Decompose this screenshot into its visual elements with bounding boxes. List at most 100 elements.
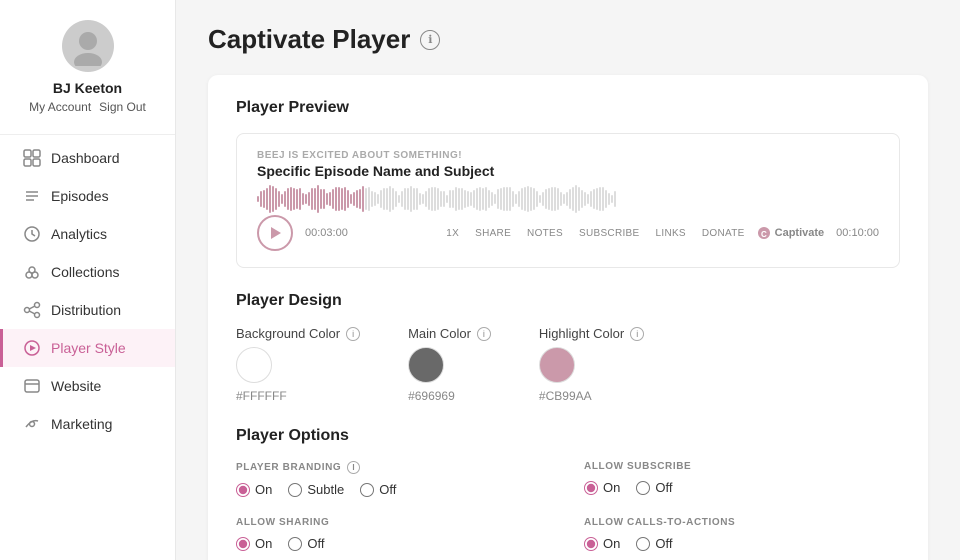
color-label-0: Background Color i: [236, 326, 360, 341]
waveform-bar: [368, 187, 370, 211]
user-name: BJ Keeton: [53, 80, 122, 96]
player-btn-notes[interactable]: NOTES: [527, 228, 563, 239]
waveform-bar: [359, 189, 361, 209]
player-btn-share[interactable]: SHARE: [475, 228, 511, 239]
player-btn-links[interactable]: LINKS: [656, 228, 686, 239]
radio-option-off-2[interactable]: Off: [288, 536, 324, 551]
waveform-bar: [440, 191, 442, 208]
player-btn-subscribe[interactable]: SUBSCRIBE: [579, 228, 640, 239]
radio-option-on-1[interactable]: On: [584, 480, 620, 495]
player-btn-donate[interactable]: DONATE: [702, 228, 745, 239]
waveform-bar: [461, 188, 463, 210]
analytics-icon: [23, 225, 41, 243]
waveform-bar: [587, 194, 589, 204]
color-info-icon-0[interactable]: i: [346, 327, 360, 341]
info-icon[interactable]: ℹ: [420, 30, 440, 50]
waveform-bar: [578, 187, 580, 210]
waveform-bar: [488, 190, 490, 209]
color-info-icon-2[interactable]: i: [630, 327, 644, 341]
waveform-bar: [452, 190, 454, 209]
waveform-bar: [323, 189, 325, 209]
waveform-bar: [269, 185, 271, 212]
waveform-bar: [308, 192, 310, 207]
waveform-bar: [581, 190, 583, 208]
website-icon: [23, 377, 41, 395]
waveform-bar: [287, 188, 289, 210]
waveform-bar: [350, 194, 352, 204]
waveform-bar: [386, 188, 388, 211]
nav-label-dashboard: Dashboard: [51, 150, 120, 166]
radio-group-2: On Off: [236, 536, 552, 551]
color-swatch-2[interactable]: [539, 347, 575, 383]
waveform-bar: [413, 188, 415, 209]
sidebar-item-website[interactable]: Website: [0, 367, 175, 405]
my-account-link[interactable]: My Account: [29, 100, 91, 114]
waveform-bar: [428, 188, 430, 210]
option-group-1: ALLOW SUBSCRIBEOnOff: [584, 461, 900, 497]
radio-option-off-0[interactable]: Off: [360, 482, 396, 497]
waveform-bar: [416, 188, 418, 210]
waveform-bar: [509, 187, 511, 211]
radio-group-1: On Off: [584, 480, 900, 495]
color-swatch-0[interactable]: [236, 347, 272, 383]
waveform-bar: [611, 195, 613, 204]
sidebar-item-episodes[interactable]: Episodes: [0, 177, 175, 215]
sidebar-item-distribution[interactable]: Distribution: [0, 291, 175, 329]
option-info-icon-0[interactable]: i: [347, 461, 360, 474]
radio-option-off-1[interactable]: Off: [636, 480, 672, 495]
color-label-1: Main Color i: [408, 326, 491, 341]
player-controls: 00:03:00 1XSHARENOTESSUBSCRIBELINKSDONAT…: [257, 215, 879, 251]
sidebar-item-marketing[interactable]: Marketing: [0, 405, 175, 443]
waveform-bar: [329, 192, 331, 205]
user-links: My Account Sign Out: [29, 100, 146, 114]
waveform-bar: [290, 187, 292, 210]
sidebar-item-collections[interactable]: Collections: [0, 253, 175, 291]
color-info-icon-1[interactable]: i: [477, 327, 491, 341]
waveform-bar: [314, 188, 316, 210]
player-btn-1x[interactable]: 1X: [446, 228, 459, 239]
waveform-bar: [395, 191, 397, 207]
waveform-bar: [317, 185, 319, 212]
option-label-3: ALLOW CALLS-TO-ACTIONS: [584, 517, 900, 528]
waveform-bar: [365, 188, 367, 210]
waveform-bar: [590, 191, 592, 207]
waveform-bar: [425, 191, 427, 207]
waveform-bar: [464, 190, 466, 207]
radio-option-subtle-0[interactable]: Subtle: [288, 482, 344, 497]
player-style-icon: [23, 339, 41, 357]
waveform-bar: [443, 191, 445, 207]
waveform-bar: [437, 188, 439, 210]
avatar: [62, 20, 114, 72]
waveform-bar: [575, 185, 577, 212]
radio-option-on-2[interactable]: On: [236, 536, 272, 551]
sign-out-link[interactable]: Sign Out: [99, 100, 146, 114]
waveform-bar: [530, 187, 532, 210]
collections-icon: [23, 263, 41, 281]
option-label-2: ALLOW SHARING: [236, 517, 552, 528]
waveform-bar: [482, 188, 484, 210]
waveform-bar: [572, 187, 574, 212]
waveform-bar: [593, 189, 595, 210]
waveform-bar: [479, 187, 481, 211]
waveform-bar: [500, 188, 502, 209]
radio-group-3: On Off: [584, 536, 900, 551]
play-button[interactable]: [257, 215, 293, 251]
sidebar-item-analytics[interactable]: Analytics: [0, 215, 175, 253]
radio-option-on-0[interactable]: On: [236, 482, 272, 497]
waveform-bar: [485, 187, 487, 211]
color-label-2: Highlight Color i: [539, 326, 644, 341]
nav-label-marketing: Marketing: [51, 416, 112, 432]
nav-label-player-style: Player Style: [51, 340, 126, 356]
waveform-bar: [266, 188, 268, 209]
color-swatch-1[interactable]: [408, 347, 444, 383]
nav-label-website: Website: [51, 378, 101, 394]
options-grid: PLAYER BRANDINGiOnSubtleOffALLOW SUBSCRI…: [236, 461, 900, 560]
waveform-bar: [383, 188, 385, 210]
waveform-bar: [494, 194, 496, 205]
waveform-bar: [380, 190, 382, 207]
sidebar-item-dashboard[interactable]: Dashboard: [0, 139, 175, 177]
waveform-bar: [476, 188, 478, 209]
radio-option-off-3[interactable]: Off: [636, 536, 672, 551]
sidebar-item-player-style[interactable]: Player Style: [0, 329, 175, 367]
radio-option-on-3[interactable]: On: [584, 536, 620, 551]
